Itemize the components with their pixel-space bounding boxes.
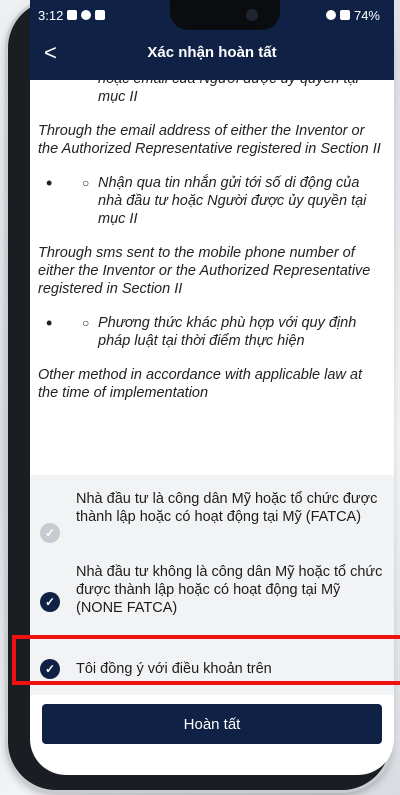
option-none-fatca[interactable]: ✓ Nhà đầu tư không là công dân Mỹ hoặc t… bbox=[30, 563, 394, 623]
signal-icon bbox=[339, 10, 350, 20]
option-fatca[interactable]: ✓ Nhà đầu tư là công dân Mỹ hoặc tổ chức… bbox=[30, 490, 394, 550]
terms-content: hoặc email của Người được ủy quyền tại m… bbox=[30, 80, 394, 475]
option-agree-label: Tôi đồng ý với điều khoản trên bbox=[76, 661, 272, 677]
page-title: Xác nhận hoàn tất bbox=[147, 44, 277, 61]
options-panel: ✓ Nhà đầu tư là công dân Mỹ hoặc tổ chức… bbox=[30, 475, 394, 695]
terms-other-en: Other method in accordance with applicab… bbox=[38, 367, 363, 401]
app-screen: 3:12 74% < Xác nhận hoàn tất hoặc email … bbox=[30, 0, 394, 775]
bullet-icon bbox=[46, 314, 52, 332]
terms-text-fragment-2: mục II bbox=[98, 89, 138, 105]
check-circle-icon[interactable]: ✓ bbox=[40, 592, 60, 612]
phone-frame: 3:12 74% < Xác nhận hoàn tất hoặc email … bbox=[8, 0, 394, 790]
terms-item-sms-vi: ○ Nhận qua tin nhắn gửi tới số di động c… bbox=[30, 174, 394, 228]
camera-notch bbox=[170, 0, 280, 30]
option-agree-terms[interactable]: ✓ Tôi đồng ý với điều khoản trên bbox=[30, 635, 394, 683]
youtube-icon bbox=[95, 10, 106, 20]
gallery-icon bbox=[67, 10, 78, 20]
option-fatca-label: Nhà đầu tư là công dân Mỹ hoặc tổ chức đ… bbox=[76, 491, 378, 525]
terms-email-en: Through the email address of either the … bbox=[38, 123, 381, 157]
complete-button[interactable]: Hoàn tất bbox=[42, 704, 382, 744]
bullet-icon bbox=[46, 174, 52, 192]
terms-sms-en: Through sms sent to the mobile phone num… bbox=[38, 245, 371, 297]
app-header: 3:12 74% < Xác nhận hoàn tất bbox=[30, 0, 394, 80]
check-circle-icon[interactable]: ✓ bbox=[40, 659, 60, 679]
terms-other-vi: Phương thức khác phù hợp với quy định ph… bbox=[98, 315, 357, 349]
terms-sms-vi: Nhận qua tin nhắn gửi tới số di động của… bbox=[98, 175, 367, 227]
terms-text-fragment: hoặc email của Người được ủy quyền tại bbox=[98, 80, 382, 88]
sub-bullet-icon: ○ bbox=[82, 176, 90, 190]
sub-bullet-icon: ○ bbox=[82, 316, 90, 330]
status-time: 3:12 bbox=[38, 7, 64, 23]
check-circle-icon[interactable]: ✓ bbox=[40, 523, 60, 543]
battery-level: 74% bbox=[353, 7, 380, 23]
terms-item-email-vi: hoặc email của Người được ủy quyền tại m… bbox=[30, 80, 394, 106]
option-none-fatca-label: Nhà đầu tư không là công dân Mỹ hoặc tổ … bbox=[76, 564, 383, 616]
wifi-icon bbox=[325, 10, 336, 20]
terms-item-other-vi: ○ Phương thức khác phù hợp với quy định … bbox=[30, 314, 394, 350]
messenger-icon bbox=[81, 10, 92, 20]
